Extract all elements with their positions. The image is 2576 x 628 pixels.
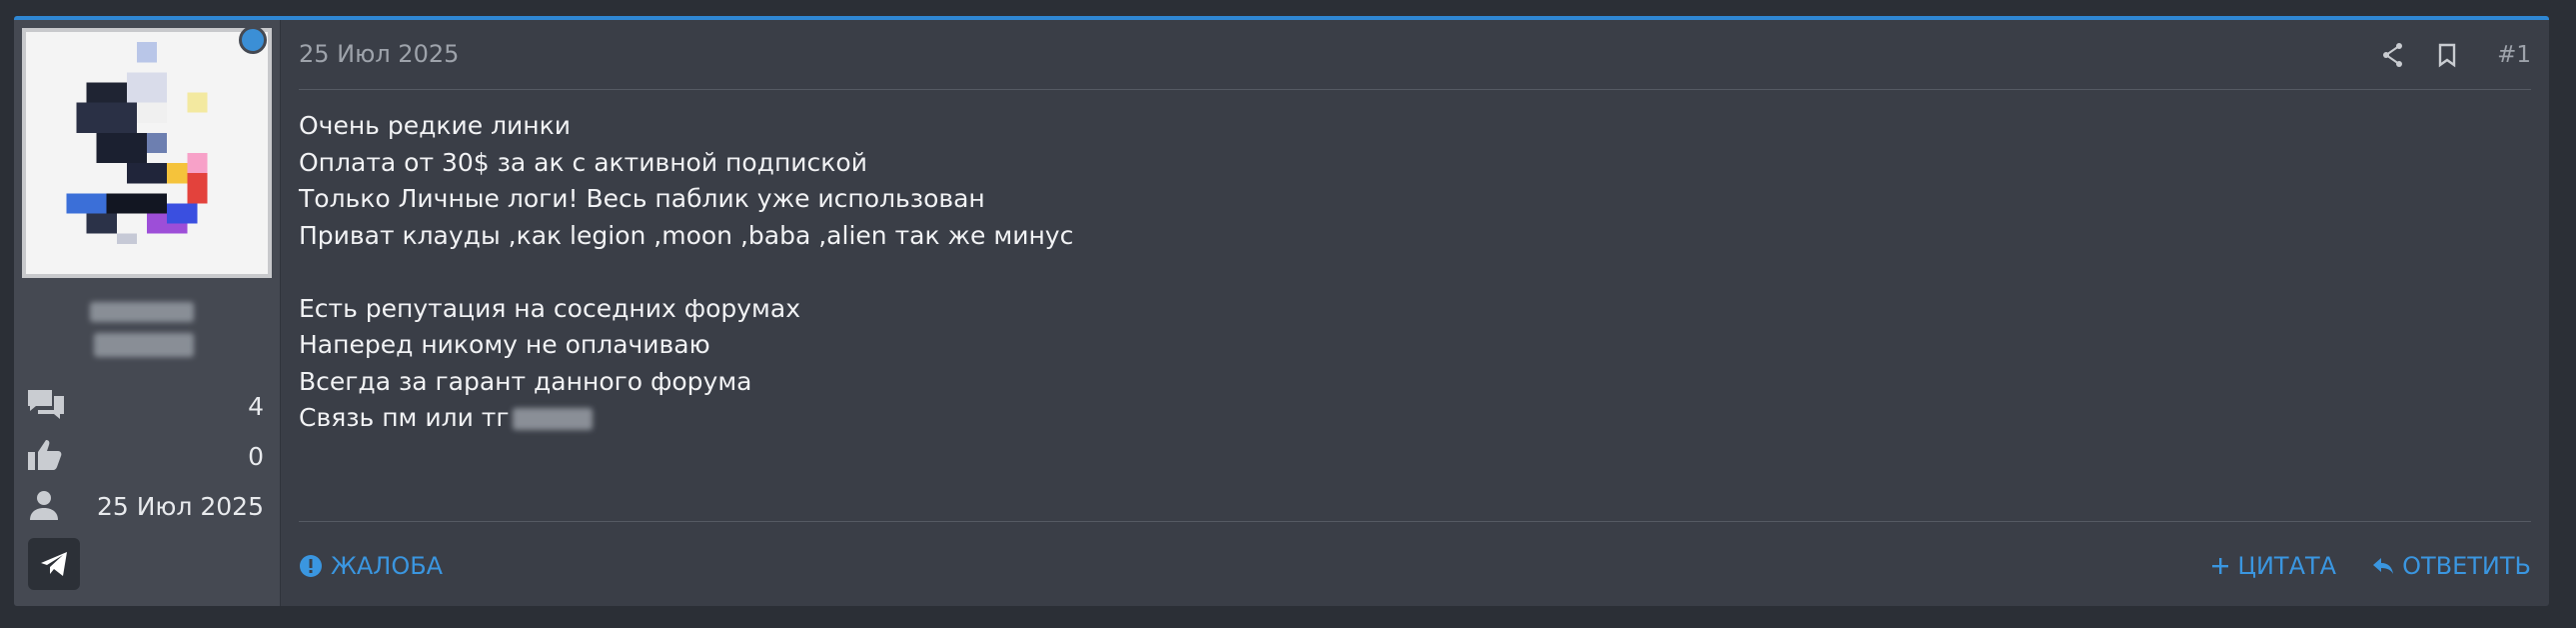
telegram-icon (41, 552, 67, 576)
user-icon (26, 488, 66, 524)
quote-label: ЦИТАТА (2237, 552, 2337, 580)
bookmark-icon[interactable] (2437, 42, 2457, 72)
stat-messages: 4 (14, 386, 280, 426)
post-contact-line: Связь пм или тг (299, 400, 1798, 437)
post-body: Очень редкие линки Оплата от 30$ за ак с… (299, 108, 1798, 437)
reply-button[interactable]: ОТВЕТИТЬ (2372, 552, 2531, 580)
post-footer-divider (299, 521, 2531, 522)
post-body-line: Есть репутация на соседних форумах (299, 293, 801, 323)
post-body-line: Оплата от 30$ за ак с активной подпиской (299, 147, 867, 177)
post-footer-actions: ЦИТАТА ОТВЕТИТЬ (2211, 552, 2531, 580)
report-label: ЖАЛОБА (331, 552, 444, 580)
post-body-line: Наперед никому не оплачиваю (299, 330, 710, 359)
post-body-line: Только Личные логи! Весь паблик уже испо… (299, 184, 985, 213)
report-button[interactable]: ЖАЛОБА (299, 552, 443, 580)
messages-icon (26, 388, 66, 424)
post-number[interactable]: #1 (2497, 42, 2531, 68)
stat-joined: 25 Июл 2025 (14, 486, 280, 526)
redacted-contact (513, 408, 594, 430)
author-username-redacted[interactable] (90, 302, 194, 322)
reply-label: ОТВЕТИТЬ (2402, 552, 2531, 580)
avatar[interactable] (22, 28, 272, 278)
post-container: 4 0 25 Июл 2025 25 Июл 2025 #1 Очень ред… (14, 16, 2549, 606)
reply-icon (2373, 558, 2394, 574)
post-body-line: Приват клауды ,как legion ,moon ,baba ,a… (299, 220, 1074, 250)
author-sidebar: 4 0 25 Июл 2025 (14, 20, 281, 606)
post-date[interactable]: 25 Июл 2025 (299, 40, 459, 68)
alert-circle-icon (300, 555, 322, 577)
post-body-line (299, 254, 1798, 291)
post-header-actions: #1 (2381, 42, 2531, 72)
stat-reactions-value: 0 (248, 442, 264, 471)
avatar-image (26, 32, 268, 274)
quote-button[interactable]: ЦИТАТА (2211, 552, 2336, 580)
online-indicator (239, 26, 267, 54)
post-body-line: Всегда за гарант данного форума (299, 366, 752, 396)
telegram-button[interactable] (28, 538, 80, 590)
post-contact-text: Связь пм или тг (299, 403, 510, 432)
stat-reactions: 0 (14, 436, 280, 476)
stat-joined-value: 25 Июл 2025 (96, 492, 264, 521)
stat-messages-value: 4 (248, 392, 264, 421)
thumbs-up-icon (26, 438, 66, 474)
post-main: 25 Июл 2025 #1 Очень редкие линки Оплата (281, 20, 2549, 606)
author-title-redacted (94, 333, 194, 357)
post-body-line: Очень редкие линки (299, 111, 571, 140)
share-icon[interactable] (2381, 42, 2405, 72)
post-header-divider (299, 89, 2531, 90)
plus-icon (2212, 558, 2229, 574)
